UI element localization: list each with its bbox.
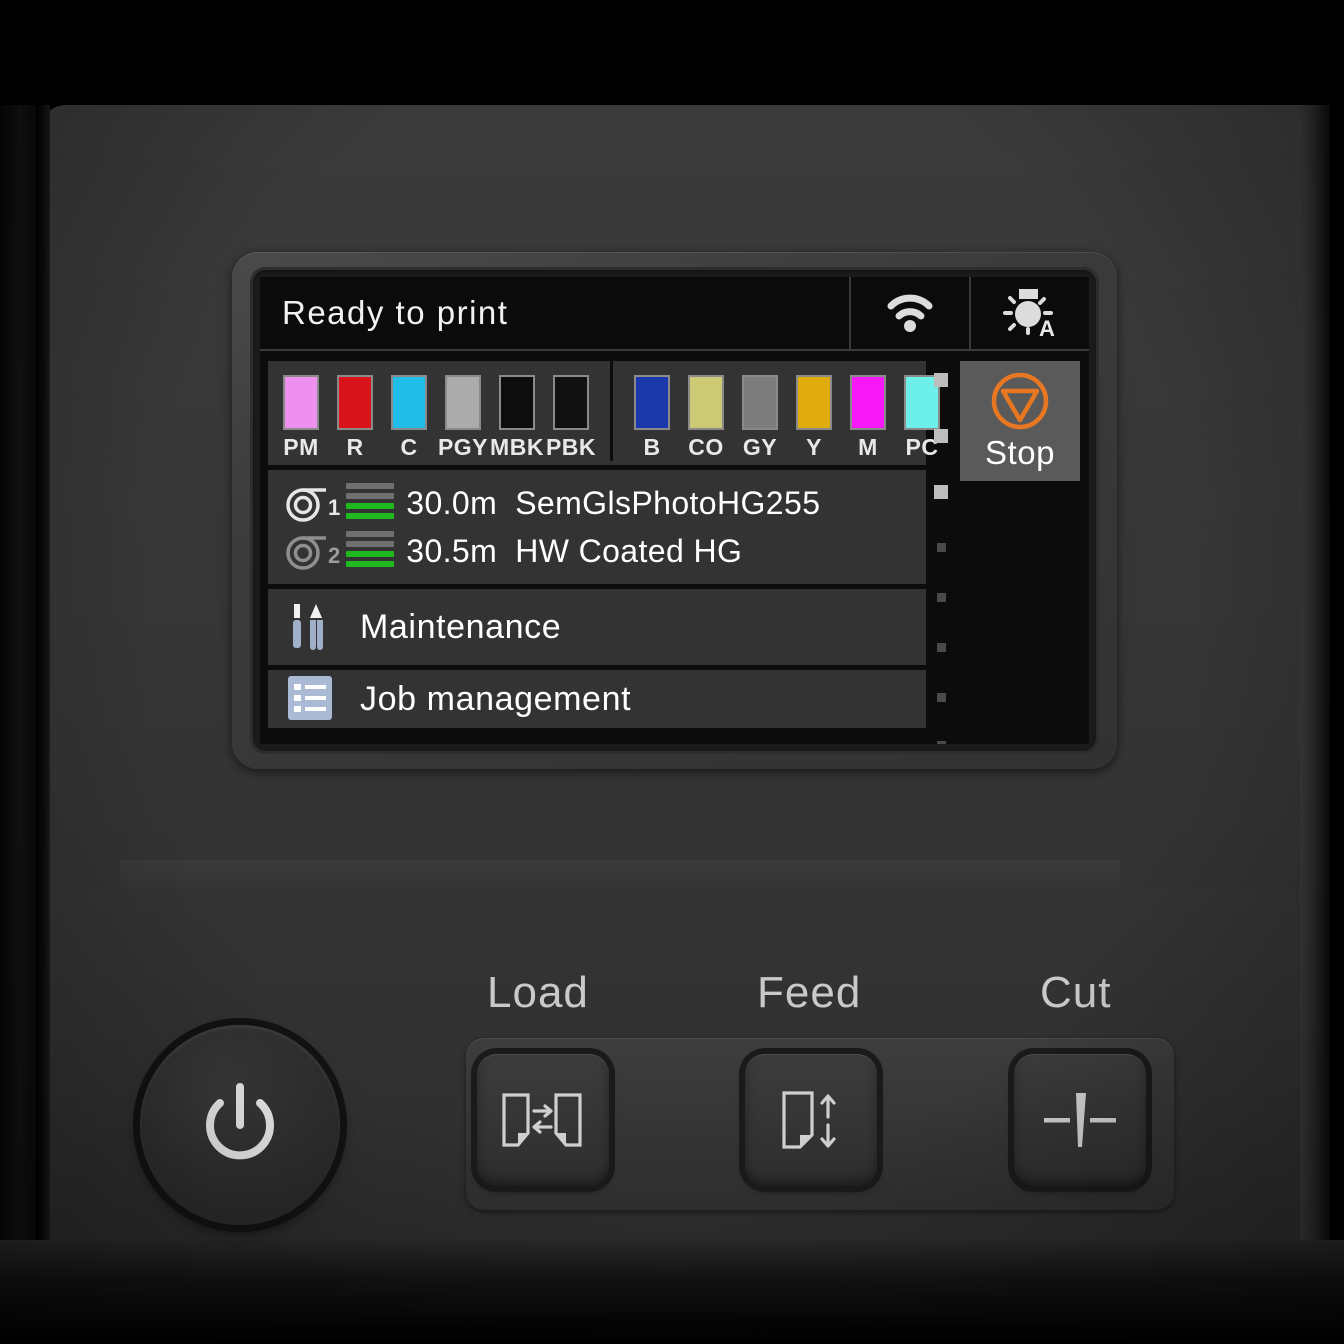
list-icon (286, 674, 338, 724)
svg-text:A: A (1039, 316, 1055, 339)
status-bar: Ready to print A (260, 277, 1089, 351)
lcd-bezel: Ready to print A PM R C PGY MBK PBK B CO… (232, 252, 1117, 769)
ink-slot[interactable]: Y (787, 375, 841, 461)
feed-paper-icon (782, 1091, 836, 1149)
ink-label: M (858, 434, 878, 460)
ink-label: PGY (437, 434, 489, 460)
printer-control-panel: Ready to print A PM R C PGY MBK PBK B CO… (0, 0, 1344, 1344)
ink-label: C (400, 434, 418, 460)
ink-label: R (346, 434, 364, 460)
lcd-screen: Ready to print A PM R C PGY MBK PBK B CO… (260, 277, 1089, 744)
roll-2-icon (284, 531, 338, 571)
ink-swatch (445, 375, 481, 430)
scroll-dot (937, 741, 946, 744)
roll-level-indicator (346, 531, 395, 571)
ink-slot[interactable]: M (841, 375, 895, 461)
lamp-auto-icon: A (1003, 289, 1055, 339)
body-seam-left (36, 105, 50, 1245)
ink-swatch (391, 375, 427, 430)
screen-body: PM R C PGY MBK PBK B CO GY Y M PC 1 30.0… (260, 353, 1089, 744)
stop-button[interactable]: Stop (960, 361, 1080, 481)
ink-slot[interactable]: GY (733, 375, 787, 461)
ink-group-right: B CO GY Y M PC (613, 361, 955, 461)
menu-item-job-management[interactable]: Job management (268, 670, 926, 728)
ink-slot[interactable]: B (625, 375, 679, 461)
ink-swatch (742, 375, 778, 430)
ink-swatch (283, 375, 319, 430)
ink-slot[interactable]: R (328, 375, 382, 461)
load-button-caption: Load (487, 968, 589, 1017)
ink-slot[interactable]: PBK (544, 375, 598, 461)
left-edge-dark (0, 105, 38, 1245)
ink-status-panel[interactable]: PM R C PGY MBK PBK B CO GY Y M PC (268, 361, 940, 465)
ink-label: B (643, 434, 661, 460)
ink-slot[interactable]: MBK (490, 375, 544, 461)
ink-slot[interactable]: C (382, 375, 436, 461)
cut-button[interactable] (1014, 1054, 1146, 1186)
menu-item-maintenance[interactable]: Maintenance (268, 589, 926, 665)
scroll-dot-active (934, 429, 948, 443)
ink-swatch (688, 375, 724, 430)
ink-swatch (850, 375, 886, 430)
feed-button[interactable] (745, 1054, 877, 1186)
lamp-auto-cell[interactable]: A (971, 277, 1089, 349)
stop-triangle-icon (991, 372, 1049, 430)
load-button[interactable] (477, 1054, 609, 1186)
ink-label: CO (688, 434, 724, 460)
wifi-status-cell[interactable] (851, 277, 971, 349)
right-edge-bevel (1300, 105, 1330, 1245)
bottom-shadow (0, 1240, 1344, 1344)
cut-button-caption: Cut (1040, 968, 1112, 1017)
roll-media-name: SemGlsPhotoHG255 (515, 484, 821, 521)
roll-1-icon (284, 483, 338, 523)
top-black-margin (0, 0, 1344, 105)
scroll-dot (937, 593, 946, 602)
status-message-cell: Ready to print (260, 277, 851, 349)
scroll-dot-active (934, 373, 948, 387)
roll-level-indicator (346, 483, 395, 523)
ink-slot[interactable]: PM (274, 375, 328, 461)
ink-label: PM (283, 434, 319, 460)
ink-swatch (634, 375, 670, 430)
ink-label: Y (806, 434, 822, 460)
roll-length: 30.0m (406, 484, 498, 521)
ink-label: GY (742, 434, 778, 460)
load-paper-icon (502, 1093, 582, 1147)
ink-swatch (337, 375, 373, 430)
menu-column: PM R C PGY MBK PBK B CO GY Y M PC 1 30.0… (268, 361, 940, 733)
ink-label: PBK (545, 434, 597, 460)
feed-button-caption: Feed (757, 968, 862, 1017)
scroll-dot-active (934, 485, 948, 499)
tools-icon (286, 602, 338, 652)
ink-swatch (499, 375, 535, 430)
ink-swatch (553, 375, 589, 430)
scroll-position-indicator[interactable] (932, 363, 954, 744)
stop-button-label: Stop (985, 434, 1055, 471)
roll-row[interactable]: 2 30.5m HW Coated HG (284, 527, 926, 575)
ink-slot[interactable]: CO (679, 375, 733, 461)
lcd-inner-frame: Ready to print A PM R C PGY MBK PBK B CO… (250, 267, 1099, 754)
scroll-dot (937, 643, 946, 652)
menu-item-label: Maintenance (360, 607, 562, 646)
ink-group-left: PM R C PGY MBK PBK (268, 361, 613, 461)
status-message: Ready to print (282, 294, 509, 331)
scroll-dot (937, 543, 946, 552)
roll-row[interactable]: 1 30.0m SemGlsPhotoHG255 (284, 479, 926, 527)
ink-swatch (796, 375, 832, 430)
power-button[interactable] (140, 1025, 340, 1225)
ink-label: MBK (490, 434, 544, 460)
scroll-dot (937, 693, 946, 702)
roll-length: 30.5m (406, 532, 498, 569)
power-icon (206, 1083, 274, 1160)
roll-media-name: HW Coated HG (515, 532, 743, 569)
menu-item-label: Job management (360, 679, 632, 718)
roll-media-panel[interactable]: 1 30.0m SemGlsPhotoHG255 2 30.5m HW Coat… (268, 470, 926, 584)
cut-paper-icon (1044, 1093, 1116, 1147)
wifi-icon (887, 294, 933, 332)
ink-slot[interactable]: PGY (436, 375, 490, 461)
